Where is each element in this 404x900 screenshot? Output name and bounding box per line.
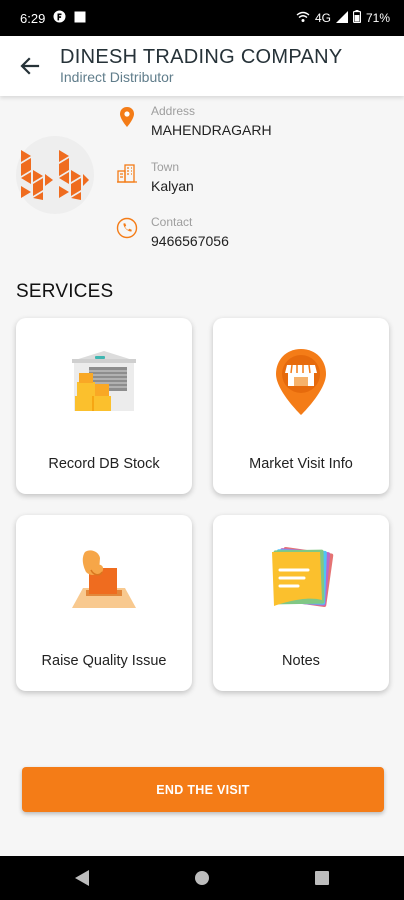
phone-icon bbox=[116, 217, 138, 239]
market-visit-info-label: Market Visit Info bbox=[249, 456, 353, 472]
distributor-logo bbox=[16, 136, 94, 214]
raise-quality-issue-label: Raise Quality Issue bbox=[41, 653, 167, 669]
notes-label: Notes bbox=[282, 653, 320, 669]
location-pin-icon bbox=[120, 107, 134, 127]
nav-back-icon bbox=[75, 870, 89, 886]
warehouse-icon bbox=[68, 346, 140, 418]
end-visit-button[interactable]: END THE VISIT bbox=[22, 767, 384, 812]
record-db-stock-card[interactable]: Record DB Stock bbox=[16, 318, 192, 494]
arrow-back-icon bbox=[20, 57, 40, 75]
town-value: Kalyan bbox=[151, 178, 194, 194]
sticky-notes-icon bbox=[265, 543, 337, 615]
page-title: DINESH TRADING COMPANY bbox=[60, 46, 343, 68]
address-label: Address bbox=[151, 104, 196, 118]
town-row: Town Kalyan bbox=[116, 160, 194, 196]
store-location-icon bbox=[265, 346, 337, 418]
town-label: Town bbox=[151, 160, 180, 174]
services-title: SERVICES bbox=[16, 281, 114, 302]
market-visit-info-card[interactable]: Market Visit Info bbox=[213, 318, 389, 494]
contact-value[interactable]: 9466567056 bbox=[151, 231, 229, 251]
address-row: Address MAHENDRAGARH bbox=[116, 104, 272, 140]
network-type: 4G bbox=[314, 11, 331, 25]
record-db-stock-label: Record DB Stock bbox=[48, 456, 160, 472]
battery-icon bbox=[352, 10, 362, 26]
contact-label: Contact bbox=[151, 215, 193, 229]
battery-percent: 71% bbox=[365, 11, 390, 25]
raise-quality-issue-card[interactable]: Raise Quality Issue bbox=[16, 515, 192, 691]
address-value: MAHENDRAGARH bbox=[151, 122, 272, 138]
page-subtitle: Indirect Distributor bbox=[60, 69, 174, 85]
contact-row[interactable]: Contact 9466567056 bbox=[116, 215, 229, 251]
nav-home-icon bbox=[195, 871, 209, 885]
nav-home-button[interactable] bbox=[192, 868, 212, 888]
app-bar: DINESH TRADING COMPANY Indirect Distribu… bbox=[0, 36, 404, 96]
nav-recents-button[interactable] bbox=[312, 868, 332, 888]
status-time: 6:29 bbox=[20, 10, 46, 26]
app-notification-icon bbox=[53, 10, 66, 26]
nav-recents-icon bbox=[315, 871, 329, 885]
system-nav-bar bbox=[0, 856, 404, 900]
wifi-calling-icon bbox=[296, 11, 310, 26]
nav-back-button[interactable] bbox=[72, 868, 92, 888]
ballot-box-icon bbox=[68, 543, 140, 615]
square-notification-icon bbox=[74, 11, 86, 26]
signal-icon bbox=[335, 10, 348, 26]
status-bar: 6:29 4G 71% bbox=[0, 0, 404, 36]
town-buildings-icon bbox=[117, 164, 137, 183]
notes-card[interactable]: Notes bbox=[213, 515, 389, 691]
back-button[interactable] bbox=[0, 36, 60, 96]
